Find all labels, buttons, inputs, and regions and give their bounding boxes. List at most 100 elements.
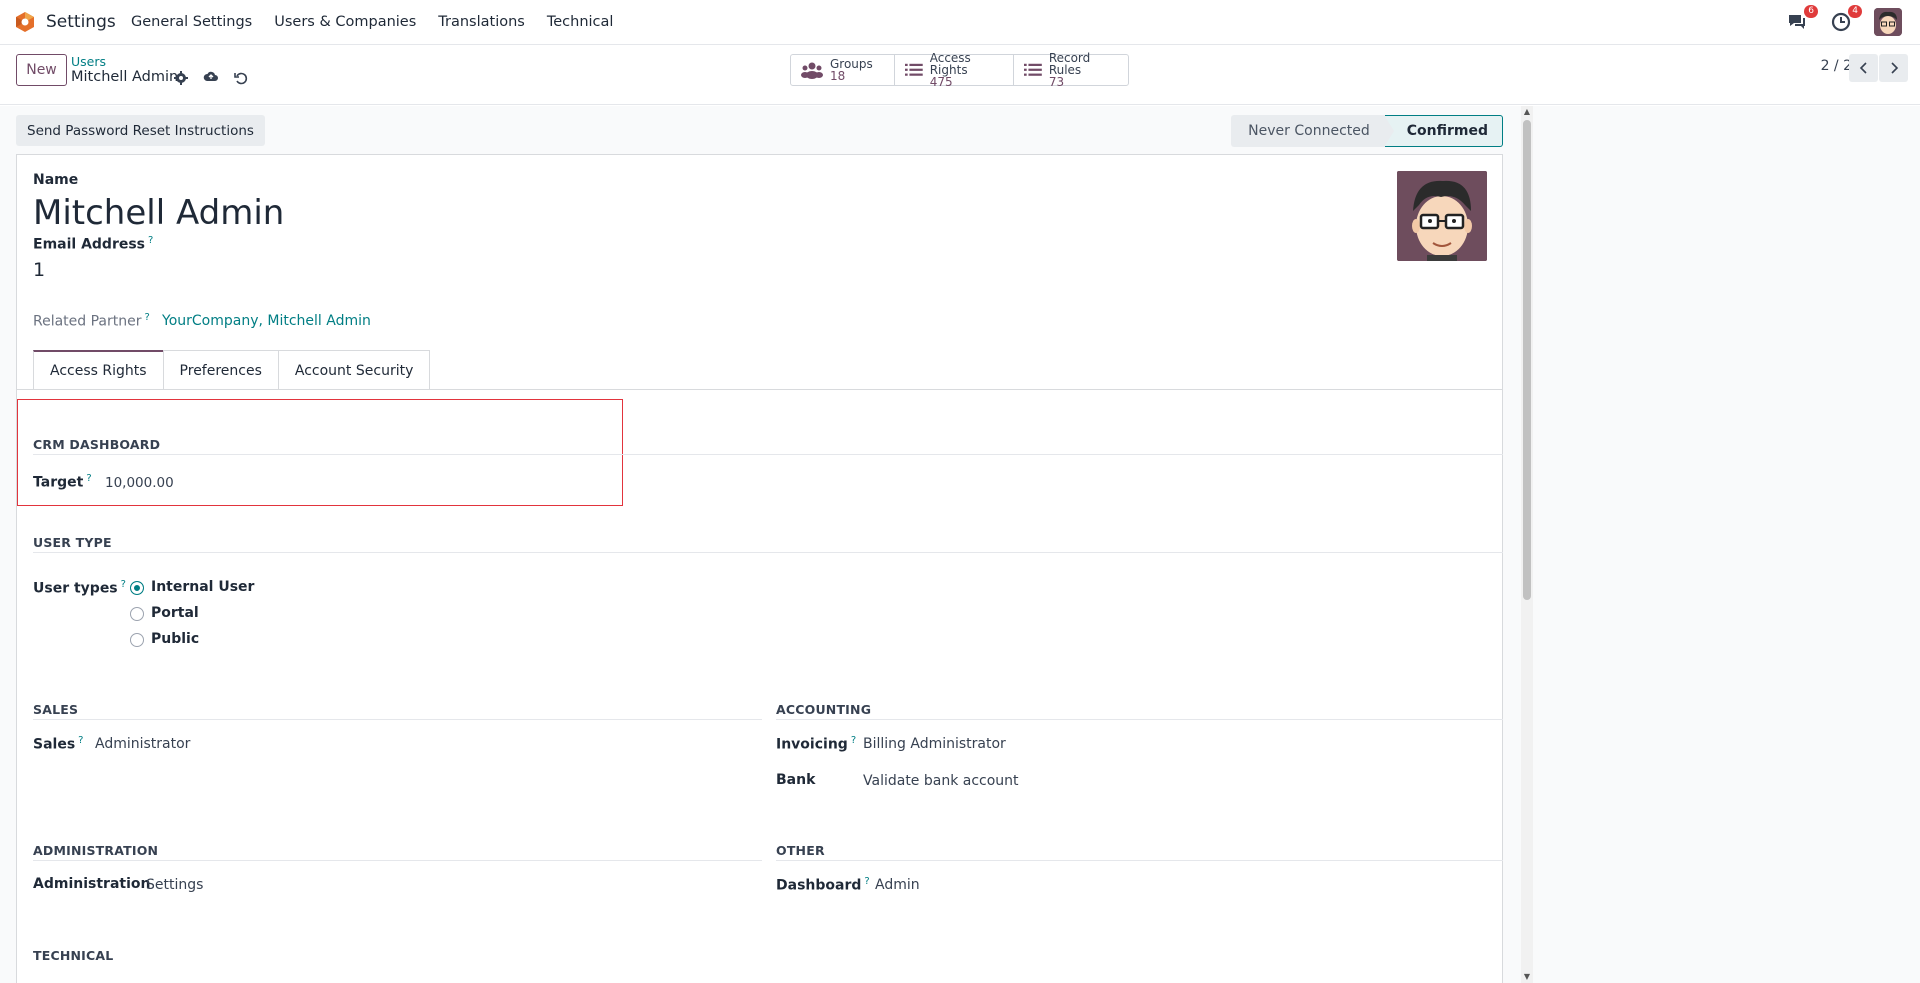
access-rights-label: Access Rights	[929, 51, 971, 77]
user-photo[interactable]	[1397, 171, 1487, 261]
invoicing-field[interactable]: Billing Administrator	[863, 736, 1006, 752]
messages-icon[interactable]: 6	[1786, 5, 1818, 33]
target-label-text: Target	[33, 474, 84, 491]
list-icon	[905, 63, 923, 76]
record-rules-count: 73	[1048, 75, 1065, 89]
smart-buttons: Groups 18 Access Rights 475 Record Rules…	[790, 51, 1129, 89]
help-icon[interactable]: ?	[148, 235, 153, 246]
discard-undo-icon[interactable]	[233, 70, 249, 86]
section-user-type: USER TYPE	[33, 535, 112, 550]
activities-clock-icon[interactable]: 4	[1830, 5, 1862, 33]
target-field[interactable]: 10,000.00	[105, 475, 174, 491]
breadcrumb-users[interactable]: Users	[71, 54, 106, 69]
section-divider	[776, 719, 1503, 720]
form-view: Send Password Reset Instructions Never C…	[0, 106, 1920, 983]
new-button[interactable]: New	[16, 54, 67, 86]
section-other: OTHER	[776, 843, 825, 858]
user-types-label: User types?	[33, 579, 126, 597]
radio-portal[interactable]	[130, 607, 144, 621]
pager-value[interactable]: 2 / 2	[1821, 58, 1852, 74]
tab-access-rights[interactable]: Access Rights	[33, 350, 164, 390]
radio-public[interactable]	[130, 633, 144, 647]
menu-translations[interactable]: Translations	[438, 14, 525, 30]
user-avatar[interactable]	[1874, 8, 1902, 36]
option-internal-user[interactable]: Internal User	[151, 579, 254, 595]
help-icon[interactable]: ?	[145, 312, 150, 323]
access-rights-count: 475	[929, 75, 953, 89]
invoicing-label-text: Invoicing	[776, 736, 848, 753]
help-icon[interactable]: ?	[78, 735, 83, 746]
help-icon[interactable]: ?	[121, 579, 126, 590]
section-administration: ADMINISTRATION	[33, 843, 159, 858]
scroll-down-icon[interactable]: ▼	[1523, 973, 1531, 981]
app-name[interactable]: Settings	[46, 12, 116, 32]
help-icon[interactable]: ?	[86, 473, 91, 484]
messages-badge: 6	[1804, 5, 1818, 18]
sales-label: Sales?	[33, 735, 83, 753]
option-public[interactable]: Public	[151, 631, 199, 647]
chevron-right-icon	[1890, 62, 1898, 74]
dashboard-field[interactable]: Admin	[875, 877, 920, 893]
related-partner-label: Related Partner?	[33, 312, 150, 330]
odoo-logo-icon[interactable]	[14, 11, 36, 33]
tab-account-security[interactable]: Account Security	[277, 350, 431, 390]
section-accounting: ACCOUNTING	[776, 702, 872, 717]
chevron-left-icon	[1859, 62, 1867, 74]
tab-preferences[interactable]: Preferences	[162, 350, 279, 390]
main-menu: General Settings Users & Companies Trans…	[131, 14, 635, 30]
users-icon	[801, 62, 823, 79]
pager-previous-button[interactable]	[1849, 54, 1878, 82]
bank-field[interactable]: Validate bank account	[863, 773, 1019, 789]
email-label: Email Address?	[33, 235, 153, 253]
gear-icon[interactable]	[173, 70, 189, 86]
smart-button-groups[interactable]: Groups 18	[791, 55, 895, 85]
scroll-up-icon[interactable]: ▲	[1523, 108, 1531, 116]
section-technical: TECHNICAL	[33, 948, 114, 963]
menu-general-settings[interactable]: General Settings	[131, 14, 252, 30]
invoicing-label: Invoicing?	[776, 735, 856, 753]
status-bar: Send Password Reset Instructions Never C…	[16, 115, 1503, 147]
sales-field[interactable]: Administrator	[95, 736, 190, 752]
vertical-scrollbar[interactable]: ▲ ▼	[1521, 106, 1533, 983]
form-sheet: Name Mitchell Admin Email Address? 1 Rel…	[16, 154, 1503, 983]
section-divider	[33, 552, 1503, 553]
email-field[interactable]: 1	[33, 259, 45, 281]
dashboard-label-text: Dashboard	[776, 877, 862, 894]
record-rules-label: Record Rules	[1048, 51, 1091, 77]
groups-count: 18	[830, 69, 846, 83]
dashboard-label: Dashboard?	[776, 876, 870, 894]
notebook-tabs: Access Rights Preferences Account Securi…	[33, 350, 431, 390]
help-icon[interactable]: ?	[864, 876, 869, 887]
name-field[interactable]: Mitchell Admin	[33, 193, 284, 233]
administration-field[interactable]: Settings	[146, 877, 203, 893]
smart-button-record-rules[interactable]: Record Rules 73	[1014, 51, 1128, 89]
name-label: Name	[33, 172, 79, 188]
top-navbar: Settings General Settings Users & Compan…	[0, 0, 1920, 45]
email-label-text: Email Address	[33, 236, 146, 253]
option-portal[interactable]: Portal	[151, 605, 199, 621]
scroll-thumb[interactable]	[1523, 120, 1531, 600]
menu-users-companies[interactable]: Users & Companies	[274, 14, 416, 30]
breadcrumb-current: Mitchell Admin	[71, 69, 179, 85]
administration-label: Administration	[33, 876, 151, 892]
smart-button-access-rights[interactable]: Access Rights 475	[895, 51, 1014, 89]
save-cloud-icon[interactable]	[203, 69, 219, 85]
activities-badge: 4	[1848, 5, 1862, 18]
pager-next-button[interactable]	[1879, 54, 1908, 82]
related-partner-label-text: Related Partner	[33, 313, 142, 330]
stage-never-connected[interactable]: Never Connected	[1231, 115, 1385, 147]
radio-internal-user[interactable]	[130, 581, 144, 595]
sales-label-text: Sales	[33, 736, 76, 753]
stage-pipeline: Never Connected Confirmed	[1231, 115, 1503, 147]
section-divider	[33, 454, 1503, 455]
send-password-reset-button[interactable]: Send Password Reset Instructions	[16, 115, 265, 146]
section-crm-dashboard: CRM DASHBOARD	[33, 437, 161, 452]
target-label: Target?	[33, 473, 92, 491]
systray: 6 4	[1786, 5, 1902, 36]
stage-confirmed[interactable]: Confirmed	[1383, 115, 1503, 147]
user-types-label-text: User types	[33, 580, 118, 597]
section-divider	[33, 719, 762, 720]
related-partner-link[interactable]: YourCompany, Mitchell Admin	[162, 313, 371, 329]
help-icon[interactable]: ?	[851, 735, 856, 746]
menu-technical[interactable]: Technical	[547, 14, 614, 30]
